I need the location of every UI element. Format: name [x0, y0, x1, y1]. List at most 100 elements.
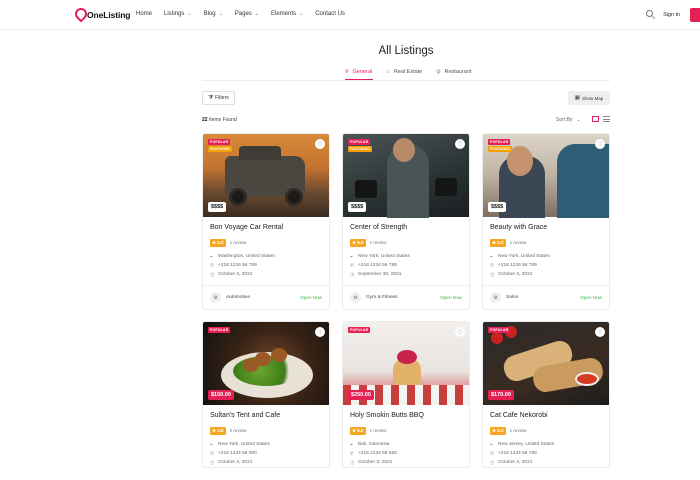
clock-icon: ◷ — [350, 459, 355, 466]
clock-icon: ◷ — [490, 459, 495, 466]
listing-title[interactable]: Beauty with Grace — [490, 224, 602, 234]
listing-info: ⌖ New York, United States ✆ +216 1234 56 0… — [210, 440, 322, 467]
listing-card[interactable]: POPULAR ♡ $150.00 Sultan's Tent and Cafe… — [202, 321, 330, 468]
date-text: October 3, 2021 — [498, 272, 533, 277]
phone-text[interactable]: +218 1234 56 789 — [498, 263, 537, 268]
clock-icon: ◷ — [350, 271, 355, 278]
address-text: New York, United States — [498, 254, 550, 259]
show-map-label: Show Map — [581, 95, 604, 101]
filters-button[interactable]: ⧩ Filters — [202, 91, 235, 105]
review-count: 2 review — [229, 428, 247, 433]
date-text: October 3, 2021 — [218, 460, 253, 465]
list-view-icon[interactable] — [603, 116, 610, 122]
price-tag: $250.00 — [348, 390, 374, 400]
map-pin-icon — [74, 8, 84, 22]
rating-row: ★ 5.0 1 review — [350, 426, 462, 435]
price-tag: $150.00 — [208, 390, 234, 400]
phone-icon: ✆ — [490, 450, 495, 457]
heart-icon[interactable]: ♡ — [455, 139, 465, 149]
category-label[interactable]: Salon — [506, 295, 580, 300]
nav-item-pages[interactable]: Pages ⌄ — [235, 11, 259, 17]
rating-value: 5.0 — [357, 427, 364, 433]
filter-icon: ⧩ — [208, 94, 214, 101]
add-listing-button[interactable] — [690, 8, 700, 22]
nav-item-home[interactable]: Home — [136, 11, 152, 17]
rating-badge: ★ 5.0 — [490, 426, 506, 435]
listing-image[interactable]: POPULAR ♡ $250.00 — [343, 322, 469, 405]
sort-by-dropdown[interactable]: Sort By ⌄ — [556, 117, 581, 123]
chevron-down-icon: ⌄ — [299, 11, 304, 17]
heart-icon[interactable]: ♡ — [595, 327, 605, 337]
nav-item-contact[interactable]: Contact Us — [315, 11, 345, 17]
nav-item-elements[interactable]: Elements ⌄ — [271, 11, 303, 17]
tab-real-estate[interactable]: ⌂ Real Estate — [386, 67, 422, 77]
nav-label: Home — [136, 11, 153, 17]
items-found-label: Items Found — [208, 117, 237, 123]
category-label[interactable]: Gym & Fitness — [366, 295, 440, 300]
listing-title[interactable]: Center of Strength — [350, 224, 462, 234]
review-count: 1 review — [509, 428, 527, 433]
rating-value: 5.0 — [497, 239, 504, 245]
category-label[interactable]: Automotive — [226, 295, 300, 300]
home-icon: ⌂ — [386, 69, 390, 75]
listing-image[interactable]: POPULAR ♡ $170.00 — [483, 322, 609, 405]
listing-image[interactable]: POPULAR FEATURED ♡ $$$$ — [343, 134, 469, 218]
address-row: ⌖ New Jersey, United States — [490, 440, 602, 449]
listing-card[interactable]: POPULAR FEATURED ♡ $$$$ Beauty with Grace… — [482, 133, 610, 310]
pin-icon: ⌾ — [345, 68, 349, 75]
nav-item-blog[interactable]: Blog ⌄ — [204, 11, 223, 17]
location-icon: ⌖ — [210, 253, 213, 260]
person-shape — [557, 144, 609, 218]
nav-item-listings[interactable]: Listings ⌄ — [164, 11, 192, 17]
tab-restaurant[interactable]: ψ Restaurant — [436, 67, 471, 77]
listing-card[interactable]: POPULAR FEATURED ♡ $$$$ Center of Strengt… — [342, 133, 470, 310]
card-body: Holy Smokin Butts BBQ ★ 5.0 1 review ⌖ Ba… — [343, 405, 469, 467]
listing-title[interactable]: Sultan's Tent and Cafe — [210, 412, 322, 422]
date-text: October 3, 2021 — [358, 460, 393, 465]
listing-image[interactable]: POPULAR FEATURED ♡ $$$$ — [203, 134, 329, 217]
popular-badge: POPULAR — [488, 327, 511, 333]
heart-icon[interactable]: ♡ — [595, 139, 605, 149]
price-tag: $$$$ — [488, 202, 507, 212]
grid-view-icon[interactable] — [592, 116, 599, 122]
address-row: ⌖ New York, United States — [210, 440, 322, 449]
phone-row: ✆ +216 1234 56 789 — [490, 449, 602, 458]
phone-text[interactable]: +218 1234 56 789 — [218, 263, 257, 268]
listing-title[interactable]: Cat Cafe Nekorobi — [490, 412, 602, 422]
tab-general[interactable]: ⌾ General — [345, 67, 372, 77]
phone-text[interactable]: +218 1234 56 789 — [358, 263, 397, 268]
tabs-divider — [202, 80, 610, 81]
brand-logo[interactable]: OneListing — [74, 8, 130, 22]
listing-image[interactable]: POPULAR ♡ $150.00 — [203, 322, 329, 405]
nav-label: Pages — [234, 11, 252, 17]
phone-text[interactable]: +216 1234 56 555 — [358, 451, 397, 456]
phone-text[interactable]: +216 1234 56 000 — [218, 451, 257, 456]
card-body: Beauty with Grace ★ 5.0 1 review ⌖ New Yo… — [483, 217, 609, 279]
show-map-button[interactable]: ▦ Show Map — [568, 91, 610, 105]
rating-badge: ★ 5.0 — [490, 238, 506, 247]
address-text: Bali, Indonesia — [358, 442, 390, 447]
dumbbell-shape — [435, 178, 457, 196]
listing-title[interactable]: Holy Smokin Butts BBQ — [350, 412, 462, 422]
listing-image[interactable]: POPULAR FEATURED ♡ $$$$ — [483, 134, 609, 218]
items-count: 22 — [202, 117, 208, 123]
heart-icon[interactable]: ♡ — [455, 327, 465, 337]
date-row: ◷ October 3, 2021 — [350, 458, 462, 467]
main-nav: Home Listings ⌄ Blog ⌄ Pages ⌄ Elements ⌄ Co… — [136, 11, 345, 17]
tab-label: General — [352, 69, 373, 75]
listing-info: ⌖ Bali, Indonesia ✆ +216 1234 56 555 ◷ Octo… — [350, 440, 462, 467]
listing-card[interactable]: POPULAR ♡ $250.00 Holy Smokin Butts BBQ … — [342, 321, 470, 468]
tab-label: Real Estate — [393, 69, 423, 75]
signin-button[interactable]: Sign in — [659, 8, 684, 22]
phone-row: ✆ +218 1234 56 789 — [210, 261, 322, 270]
review-count: 1 review — [229, 240, 247, 245]
phone-text[interactable]: +216 1234 56 789 — [498, 451, 537, 456]
listing-title[interactable]: Bon Voyage Car Rental — [210, 224, 322, 234]
search-icon[interactable] — [646, 10, 653, 17]
listing-card[interactable]: POPULAR FEATURED ♡ $$$$ Bon Voyage Car Re… — [202, 133, 330, 310]
listing-card[interactable]: POPULAR ♡ $170.00 Cat Cafe Nekorobi ★ 5.… — [482, 321, 610, 468]
heart-icon[interactable]: ♡ — [315, 327, 325, 337]
review-count: 1 review — [369, 240, 387, 245]
heart-icon[interactable]: ♡ — [315, 139, 325, 149]
rating-badge: ★ 5.0 — [210, 238, 226, 247]
